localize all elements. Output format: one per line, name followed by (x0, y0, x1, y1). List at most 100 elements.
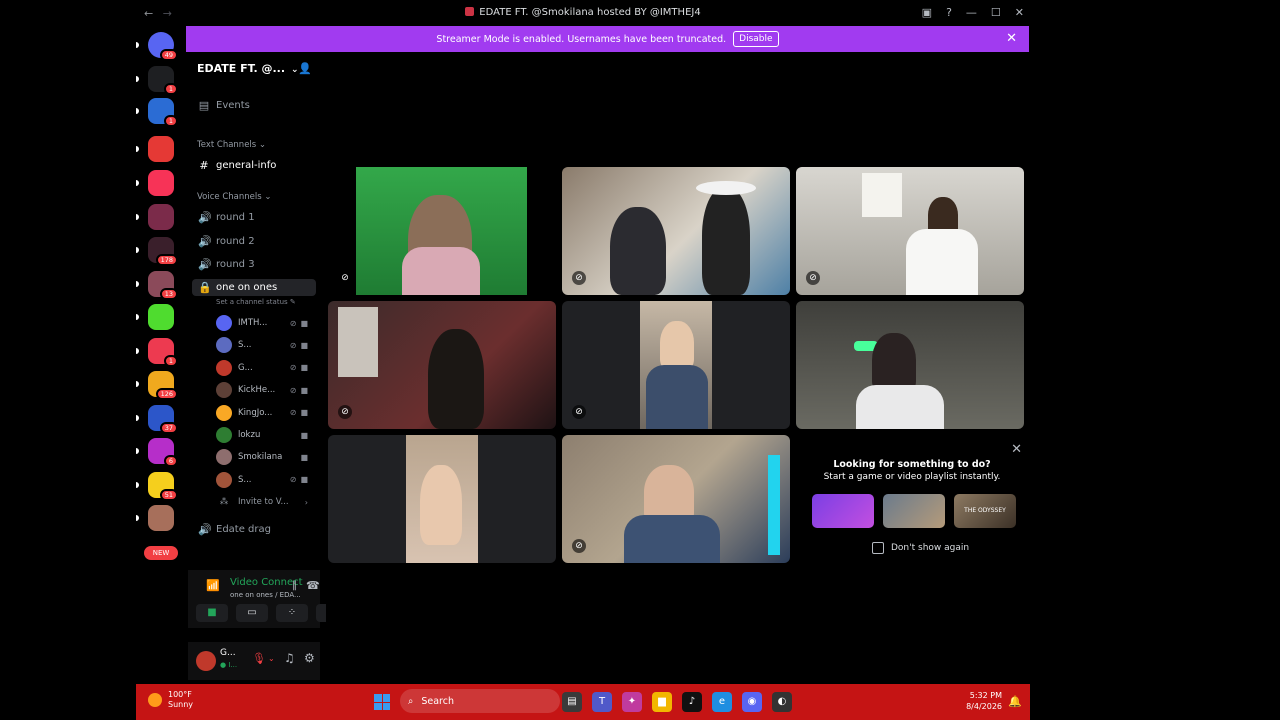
tiktok-icon[interactable]: ♪ (682, 692, 702, 712)
taskbar-search[interactable]: ⌕ Search (400, 689, 560, 713)
voice-channel-round-1[interactable]: 🔊 round 1 (198, 211, 255, 224)
server-icon[interactable]: 49 (148, 32, 178, 61)
voice-user[interactable]: lokzu ■ (216, 427, 308, 443)
weather-widget[interactable]: 100°F Sunny (148, 690, 193, 710)
video-tile[interactable]: ⊘ (562, 167, 790, 295)
window-title: EDATE FT. @Smokilana hosted BY @IMTHEJ4 (136, 7, 1030, 18)
video-tile[interactable]: ⊘ (328, 167, 556, 295)
windows-start-icon[interactable] (374, 694, 390, 710)
help-icon[interactable]: ? (946, 6, 952, 19)
avatar[interactable] (196, 651, 216, 671)
file-explorer-icon[interactable]: ▆ (652, 692, 672, 712)
mention-badge: 1 (163, 355, 178, 367)
voice-channel-edate-drag[interactable]: 🔊 Edate drag (198, 523, 271, 536)
maximize-icon[interactable]: ☐ (991, 6, 1001, 19)
disconnect-icon[interactable]: ☎ (306, 579, 320, 592)
speaker-icon: 🔊 (198, 235, 212, 248)
voice-user-name: KingJo... (238, 407, 273, 418)
server-icon[interactable] (148, 204, 174, 230)
voice-channel-one-on-ones[interactable]: 🔒 one on ones (192, 279, 316, 296)
video-tile[interactable]: ⊘ (796, 167, 1024, 295)
promo-subtitle: Start a game or video playlist instantly… (823, 472, 1001, 482)
server-icon[interactable]: 6 (148, 438, 178, 467)
voice-channel-path[interactable]: one on ones / EDA... (230, 591, 301, 599)
camera-icon: ■ (300, 385, 308, 395)
minimize-icon[interactable]: — (966, 6, 977, 19)
voice-user[interactable]: Smokilana ■ (216, 449, 308, 466)
voice-user[interactable]: S... ⊘ ■ (216, 471, 308, 488)
obs-icon[interactable]: ◐ (772, 692, 792, 712)
streamer-mode-banner: Streamer Mode is enabled. Usernames have… (186, 26, 1029, 52)
voice-user[interactable]: IMTH... ⊘ ■ (216, 315, 308, 331)
signal-icon[interactable]: 📶 (206, 579, 220, 592)
activity-thumbnail[interactable]: THE ODYSSEY (954, 494, 1016, 528)
add-member-icon[interactable]: 👤 (298, 62, 312, 75)
mic-muted-icon: ⊘ (572, 405, 586, 419)
server-icon[interactable]: 1 (148, 98, 178, 127)
voice-user[interactable]: S... ⊘ ■ (216, 337, 308, 354)
activities-button[interactable]: ⁘ (276, 604, 308, 622)
hash-icon: # (199, 159, 209, 172)
screen-share-button[interactable]: ▭ (236, 604, 268, 622)
close-icon[interactable]: ✕ (1015, 6, 1024, 19)
avatar (216, 471, 232, 488)
channel-status[interactable]: Set a channel status ✎ (216, 298, 296, 306)
camera-button[interactable]: ■ (196, 604, 228, 622)
task-view-icon[interactable]: ▤ (562, 692, 582, 712)
settings-gear-icon[interactable]: ⚙ (304, 651, 315, 665)
video-tile[interactable]: ⊘ (328, 301, 556, 429)
voice-channel-round-2[interactable]: 🔊 round 2 (198, 235, 255, 248)
activity-thumbnail[interactable] (883, 494, 945, 528)
discord-window: ← → EDATE FT. @Smokilana hosted BY @IMTH… (136, 0, 1030, 720)
category-voice-channels[interactable]: Voice Channels ⌄ (197, 192, 271, 202)
server-icon[interactable]: 37 (148, 405, 178, 434)
server-icon[interactable]: 13 (148, 271, 178, 300)
channel-sidebar: EDATE FT. @... ⌄ 👤 ▤ Events Text Channels … (188, 52, 348, 683)
dont-show-again-checkbox[interactable]: Don't show again (872, 542, 969, 554)
voice-user[interactable]: KingJo... ⊘ ■ (216, 404, 308, 421)
server-icon[interactable]: 178 (148, 237, 178, 266)
server-icon[interactable] (148, 505, 174, 531)
mention-badge: 178 (155, 254, 178, 266)
noise-suppression-icon[interactable]: ‖ (292, 580, 297, 591)
guild-header[interactable]: EDATE FT. @... ⌄ (197, 62, 299, 75)
search-icon: ⌕ (408, 695, 414, 707)
video-tile[interactable] (796, 301, 1024, 429)
server-icon[interactable] (148, 170, 174, 196)
teams-icon[interactable]: T (592, 692, 612, 712)
chevron-down-icon[interactable]: ⌄ (268, 654, 275, 663)
video-tile[interactable]: ⊘ (562, 435, 790, 563)
server-icon[interactable] (148, 136, 174, 162)
server-icon[interactable]: 51 (148, 472, 178, 501)
inbox-icon[interactable]: ▣ (922, 6, 932, 19)
disable-button[interactable]: Disable (733, 31, 779, 47)
notification-bell-icon[interactable]: 🔔 (1008, 695, 1022, 708)
mic-muted-icon: ⊘ (572, 539, 586, 553)
promo-close-icon[interactable]: ✕ (1011, 442, 1022, 457)
channel-general-info[interactable]: # general-info (198, 159, 276, 172)
activity-thumbnail[interactable] (812, 494, 874, 528)
edge-icon[interactable]: e (712, 692, 732, 712)
window-controls: ▣ ? — ☐ ✕ (922, 6, 1024, 19)
voice-channel-round-3[interactable]: 🔊 round 3 (198, 258, 255, 271)
video-tile[interactable]: ⊘ (562, 301, 790, 429)
mic-muted-icon[interactable]: 🎙 (252, 652, 266, 665)
banner-close-icon[interactable]: ✕ (1006, 31, 1017, 46)
clock[interactable]: 5:32 PM 8/4/2026 (966, 690, 1002, 712)
server-icon[interactable]: 1 (148, 66, 178, 95)
headphones-icon[interactable]: ♫ (284, 651, 295, 665)
voice-user[interactable]: G... ⊘ ■ (216, 359, 308, 376)
copilot-icon[interactable]: ✦ (622, 692, 642, 712)
category-text-channels[interactable]: Text Channels ⌄ (197, 140, 266, 150)
events-item[interactable]: ▤ Events (198, 99, 250, 112)
unread-pill (136, 108, 139, 114)
invite-to-voice[interactable]: ⁂ Invite to V... › (216, 494, 308, 510)
discord-icon[interactable]: ◉ (742, 692, 762, 712)
video-tile[interactable] (328, 435, 556, 563)
server-icon[interactable]: 1 (148, 338, 178, 367)
voice-user[interactable]: KickHe... ⊘ ■ (216, 382, 308, 399)
server-icon[interactable] (148, 304, 174, 330)
server-icon[interactable]: 126 (148, 371, 178, 400)
username[interactable]: G... (220, 648, 236, 658)
camera-icon: ■ (300, 363, 308, 373)
